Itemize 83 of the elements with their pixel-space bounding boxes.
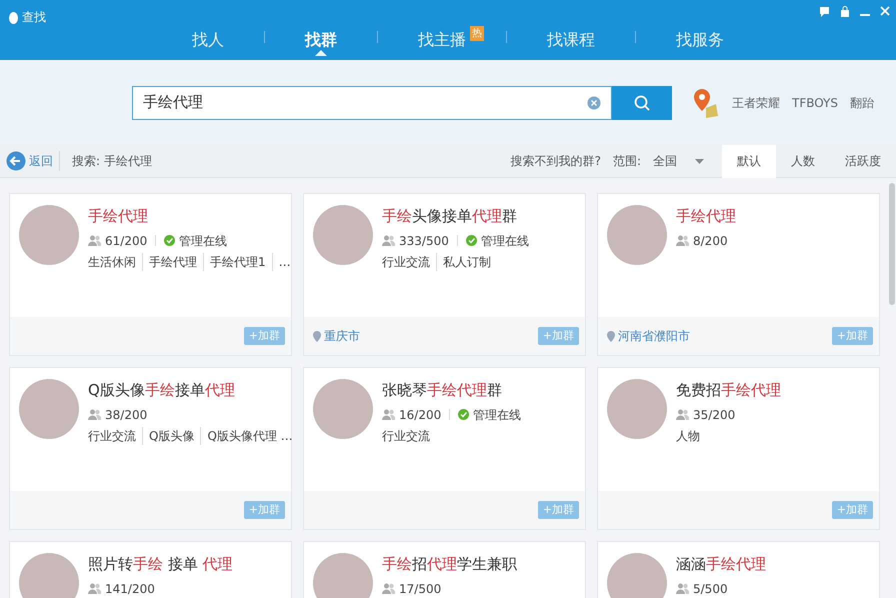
hot-search-link[interactable]: 翻跆 bbox=[850, 94, 874, 112]
check-icon bbox=[466, 235, 477, 246]
admin-status: 管理在线 bbox=[480, 232, 529, 250]
group-tag: 手绘代理 bbox=[142, 252, 197, 270]
check-icon bbox=[458, 409, 470, 420]
hot-search-link[interactable]: TFBOYS bbox=[792, 94, 838, 112]
members-icon bbox=[382, 409, 395, 420]
member-count: 38/200 bbox=[105, 406, 148, 424]
sort-tab[interactable]: 人数 bbox=[776, 144, 830, 178]
location-pin-icon bbox=[607, 330, 615, 342]
range-label: 范围: bbox=[612, 153, 641, 170]
group-card[interactable]: 手绘代理 61/200 管理在线 生活休闲 手绘代理 手绘代理1 … +加群 bbox=[9, 193, 292, 356]
member-count: 17/500 bbox=[399, 580, 442, 598]
members-icon bbox=[382, 583, 395, 594]
search-query: 搜索: 手绘代理 bbox=[72, 153, 152, 170]
group-tag: Q版头像 bbox=[142, 426, 194, 444]
admin-status: 管理在线 bbox=[179, 232, 228, 250]
avatar-placeholder bbox=[313, 553, 373, 598]
sort-tab[interactable]: 默认 bbox=[722, 144, 776, 178]
group-tag: 人物 bbox=[676, 426, 700, 444]
group-card[interactable]: 手绘代理 8/200 河南省濮阳市 +加群 bbox=[597, 193, 880, 356]
admin-status: 管理在线 bbox=[473, 406, 522, 424]
group-tag: 行业交流 bbox=[88, 426, 136, 444]
group-name: 手绘代理 bbox=[88, 206, 149, 227]
range-dropdown[interactable]: 全国 bbox=[653, 152, 704, 170]
search-field[interactable]: 手绘代理 bbox=[132, 86, 612, 120]
hot-badge: 热 bbox=[470, 26, 484, 41]
check-icon bbox=[164, 235, 176, 246]
group-card[interactable]: Q版头像手绘接单代理 38/200 行业交流 Q版头像 Q版头像代理 … +加群 bbox=[9, 367, 292, 530]
group-card[interactable]: 免费招手绘代理 35/200 人物 +加群 bbox=[597, 367, 880, 530]
hot-search-link[interactable]: 王者荣耀 bbox=[732, 94, 780, 112]
member-count: 5/500 bbox=[693, 580, 728, 598]
group-tag: … bbox=[272, 252, 291, 270]
feedback-icon[interactable] bbox=[819, 6, 830, 17]
group-card[interactable]: 张晓琴手绘代理群 16/200 管理在线 行业交流 +加群 bbox=[303, 367, 586, 530]
group-tag: 手绘代理1 bbox=[203, 252, 266, 270]
scrollbar-thumb[interactable] bbox=[889, 183, 895, 305]
members-icon bbox=[88, 235, 101, 246]
member-count: 333/500 bbox=[399, 232, 449, 250]
group-tag: 私人订制 bbox=[436, 252, 491, 270]
close-icon[interactable] bbox=[880, 6, 890, 17]
tab[interactable]: 找群 bbox=[265, 24, 377, 56]
group-card[interactable]: 手绘头像接单代理群 333/500 管理在线 行业交流 私人订制 重庆市 +加群 bbox=[303, 193, 586, 356]
not-found-link[interactable]: 搜索不到我的群? bbox=[510, 152, 601, 170]
group-name: 涵涵手绘代理 bbox=[676, 554, 766, 575]
group-card[interactable]: 手绘招代理学生兼职 17/500 bbox=[303, 541, 586, 598]
member-count: 35/200 bbox=[693, 406, 736, 424]
members-icon bbox=[88, 583, 101, 594]
search-button[interactable] bbox=[612, 86, 672, 120]
group-name: 免费招手绘代理 bbox=[676, 380, 781, 401]
search-icon bbox=[634, 94, 650, 110]
group-name: 张晓琴手绘代理群 bbox=[382, 380, 503, 401]
member-count: 61/200 bbox=[105, 232, 148, 250]
location-text: 重庆市 bbox=[324, 328, 360, 345]
member-count: 141/200 bbox=[105, 580, 155, 598]
members-icon bbox=[382, 235, 395, 246]
group-name: 照片转手绘 接单 代理 bbox=[88, 554, 233, 575]
clear-icon[interactable] bbox=[587, 96, 601, 110]
members-icon bbox=[676, 235, 689, 246]
group-name: 手绘招代理学生兼职 bbox=[382, 554, 517, 575]
group-tag: 行业交流 bbox=[382, 252, 430, 270]
members-icon bbox=[676, 409, 689, 420]
avatar-placeholder bbox=[607, 553, 667, 598]
avatar-placeholder bbox=[19, 553, 79, 598]
window-title: 查找 bbox=[22, 9, 46, 26]
group-name: 手绘头像接单代理群 bbox=[382, 206, 518, 227]
group-tag: 生活休闲 bbox=[88, 252, 136, 270]
lock-icon[interactable] bbox=[840, 6, 850, 17]
back-link[interactable]: 返回 bbox=[0, 151, 60, 171]
location-text: 河南省濮阳市 bbox=[618, 328, 690, 345]
group-card[interactable]: 照片转手绘 接单 代理 141/200 bbox=[9, 541, 292, 598]
members-icon bbox=[676, 583, 689, 594]
location-pin-icon bbox=[313, 330, 321, 342]
group-card[interactable]: 涵涵手绘代理 5/500 bbox=[597, 541, 880, 598]
caret-icon bbox=[695, 158, 704, 164]
group-name: Q版头像手绘接单代理 bbox=[88, 380, 236, 401]
member-count: 8/200 bbox=[693, 232, 728, 250]
group-name: 手绘代理 bbox=[676, 206, 736, 227]
member-count: 16/200 bbox=[399, 406, 442, 424]
sort-tab[interactable]: 活跃度 bbox=[830, 144, 896, 178]
group-tag: Q版头像代理 … bbox=[200, 426, 293, 444]
members-icon bbox=[88, 409, 101, 420]
group-tag: 行业交流 bbox=[382, 426, 430, 444]
